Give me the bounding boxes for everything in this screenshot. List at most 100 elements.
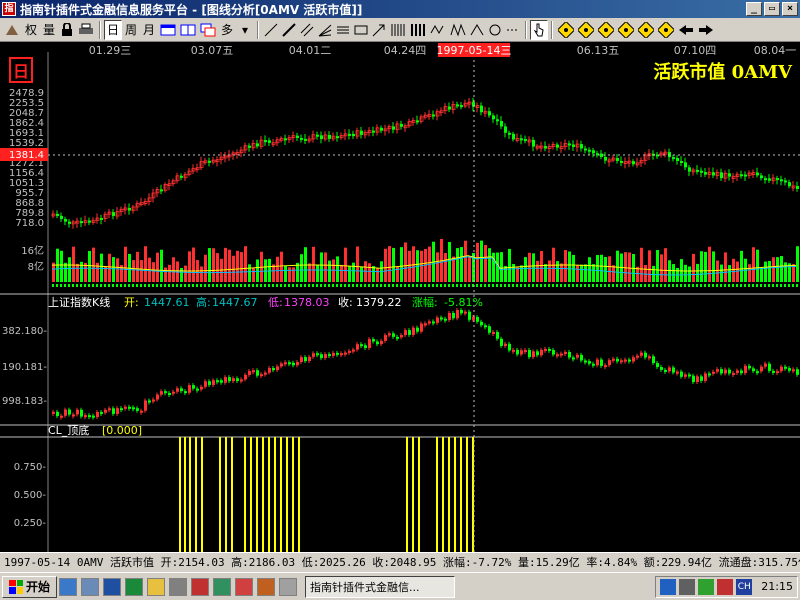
index-candle: [480, 321, 483, 326]
volume-marker: [228, 284, 230, 287]
tray-app-icon[interactable]: [660, 578, 677, 595]
window-cascade-icon[interactable]: [198, 20, 218, 40]
disc-icon[interactable]: [279, 577, 298, 596]
period-day-button[interactable]: 日: [104, 19, 123, 40]
window-layout-icon[interactable]: [158, 20, 178, 40]
price-candle: [304, 138, 307, 141]
volume-marker: [752, 284, 754, 287]
dash-tool-icon[interactable]: [504, 20, 522, 40]
chevron-down-icon[interactable]: ▾: [236, 20, 254, 40]
volume-marker: [516, 284, 518, 287]
volume-bar: [300, 254, 303, 282]
excel-icon[interactable]: [125, 577, 144, 596]
nav-prev-icon[interactable]: [576, 20, 596, 40]
index-candle: [616, 358, 619, 362]
index-candle: [68, 409, 71, 415]
volume-bar: [700, 251, 703, 282]
rectangle-tool-icon[interactable]: [352, 20, 370, 40]
volume-bar: [72, 246, 75, 282]
volume-marker: [672, 284, 674, 287]
indicator-signal-bar: [256, 437, 258, 552]
taskbar-app-button[interactable]: 指南针插件式金融信...: [305, 575, 456, 598]
volume-marker: [432, 284, 434, 287]
multi-button[interactable]: 多: [218, 20, 236, 40]
index-candle: [692, 375, 695, 383]
network-icon[interactable]: [213, 577, 232, 596]
index-candle: [424, 323, 427, 326]
volume-marker: [776, 284, 778, 287]
channel-tool-icon[interactable]: [334, 20, 352, 40]
price-candle: [208, 160, 211, 163]
close-button[interactable]: ×: [782, 2, 798, 16]
weight-icon[interactable]: [2, 20, 22, 40]
volume-marker: [156, 284, 158, 287]
tray-network-icon[interactable]: [698, 578, 715, 595]
index-tick: 382.180-: [2, 326, 47, 337]
indicator-signal-bar: [250, 437, 252, 552]
ie-icon[interactable]: [59, 577, 78, 596]
volume-bar: [344, 247, 347, 282]
liang-button[interactable]: 量: [40, 20, 58, 40]
circle-tool-icon[interactable]: [486, 20, 504, 40]
nav-first-icon[interactable]: [556, 20, 576, 40]
parallel-tool-icon[interactable]: [298, 20, 316, 40]
nav-last-icon[interactable]: [616, 20, 636, 40]
start-button[interactable]: 开始: [2, 575, 58, 598]
mail-icon[interactable]: [235, 577, 254, 596]
tray-shield-icon[interactable]: [717, 578, 734, 595]
wave-tool-icon[interactable]: [428, 20, 448, 40]
indicator-value: [0.000]: [102, 424, 142, 437]
volume-marker: [624, 284, 626, 287]
lock-icon[interactable]: [58, 20, 76, 40]
volume-marker: [96, 284, 98, 287]
folder-icon[interactable]: [147, 577, 166, 596]
volume-bar: [548, 260, 551, 282]
kline-chart[interactable]: 01.29三 03.07五 04.01二 04.24四 06.13五 07.10四 08.0…: [0, 42, 800, 552]
zoom-out-icon[interactable]: [656, 20, 676, 40]
window-tile-icon[interactable]: [178, 20, 198, 40]
index-candle: [648, 356, 651, 359]
volume-marker: [644, 284, 646, 287]
volume-marker: [408, 284, 410, 287]
gann-tool-icon[interactable]: [408, 20, 428, 40]
media-icon[interactable]: [191, 577, 210, 596]
grid-tool-icon[interactable]: [388, 20, 408, 40]
app-shortcut-icon[interactable]: [257, 577, 276, 596]
triangle-tool-icon[interactable]: [468, 20, 486, 40]
explorer-icon[interactable]: [169, 577, 188, 596]
indicator-signal-bar: [225, 437, 227, 552]
volume-bar: [184, 265, 187, 282]
period-month-button[interactable]: 月: [140, 20, 158, 40]
arrow-left-icon[interactable]: [676, 20, 696, 40]
volume-marker: [256, 284, 258, 287]
clock: 21:15: [761, 580, 793, 593]
tray-ime-icon[interactable]: CH: [736, 578, 753, 595]
zoom-in-icon[interactable]: [636, 20, 656, 40]
volume-bar: [500, 252, 503, 282]
minimize-button[interactable]: _: [746, 2, 762, 16]
zigzag-tool-icon[interactable]: [448, 20, 468, 40]
arrow-tool-icon[interactable]: [370, 20, 388, 40]
index-candle: [196, 388, 199, 391]
fan-tool-icon[interactable]: [316, 20, 334, 40]
tray-speaker-icon[interactable]: [679, 578, 696, 595]
arrow-right-icon[interactable]: [696, 20, 716, 40]
pointer-icon[interactable]: [530, 19, 549, 40]
index-candle: [740, 370, 743, 374]
volume-bar: [684, 264, 687, 282]
ray-tool-icon[interactable]: [280, 20, 298, 40]
period-week-button[interactable]: 周: [122, 20, 140, 40]
volume-bar: [144, 246, 147, 282]
index-candle: [792, 369, 795, 372]
volume-marker: [464, 284, 466, 287]
nav-next-icon[interactable]: [596, 20, 616, 40]
word-icon[interactable]: [103, 577, 122, 596]
line-tool-icon[interactable]: [262, 20, 280, 40]
restore-button[interactable]: ▭: [764, 2, 780, 16]
quan-button[interactable]: 权: [22, 20, 40, 40]
index-candle: [552, 349, 555, 355]
volume-marker: [100, 284, 102, 287]
volume-marker: [72, 284, 74, 287]
print-icon[interactable]: [76, 20, 96, 40]
desktop-icon[interactable]: [81, 577, 100, 596]
